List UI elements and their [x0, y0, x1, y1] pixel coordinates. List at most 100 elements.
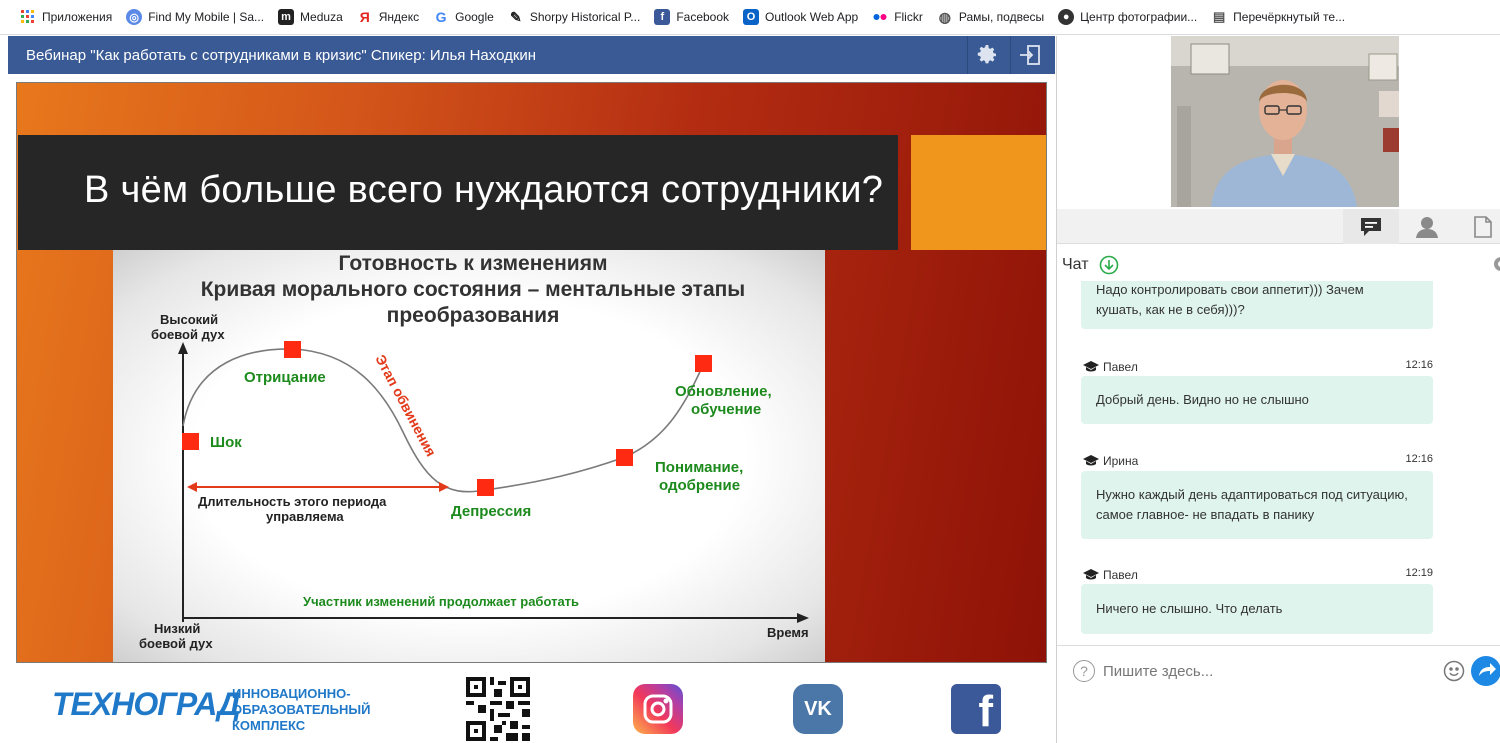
technograd-subtitle: ИННОВАЦИОННО- ОБРАЗОВАТЕЛЬНЫЙ КОМПЛЕКС	[232, 686, 370, 734]
right-panel: Чат Надо контролировать свои аппетит))) …	[1056, 36, 1500, 743]
subtitle-line: КОМПЛЕКС	[232, 718, 306, 733]
y-bottom-label-2: боевой дух	[139, 636, 213, 651]
bookmark-label: Рамы, подвесы	[958, 10, 1045, 24]
bookmark-label: Facebook	[676, 10, 730, 24]
globe-icon: ◍	[938, 8, 951, 25]
graduation-cap-icon	[1083, 361, 1099, 372]
help-icon[interactable]: ?	[1073, 660, 1095, 682]
sponsor-footer: ТЕХНОГРАД ИННОВАЦИОННО- ОБРАЗОВАТЕЛЬНЫЙ …	[8, 664, 1055, 743]
bookmark-label: Приложения	[42, 10, 113, 24]
diagram-heading-3: преобразования	[387, 304, 560, 327]
vk-icon: VK	[804, 697, 832, 720]
stage-blame: Этап обвинения	[372, 352, 439, 459]
bookmark-flickr[interactable]: Flickr	[872, 9, 923, 25]
presentation-slide: В чём больше всего нуждаются сотрудники?…	[16, 82, 1047, 663]
chat-label: Чат	[1062, 256, 1089, 273]
chat-message-text: Нужно каждый день адаптироваться под сит…	[1096, 485, 1408, 525]
bookmark-label: Перечёркнутый те...	[1233, 10, 1346, 24]
stage-understanding-1: Понимание,	[655, 459, 743, 476]
message-line: Надо контролировать свои аппетит))) Заче…	[1096, 282, 1364, 297]
facebook-link[interactable]: f	[951, 684, 1001, 734]
marker-understanding	[616, 449, 633, 466]
bookmark-label: Meduza	[300, 10, 343, 24]
graduation-cap-icon	[1083, 455, 1099, 466]
chat-settings-icon[interactable]	[1487, 254, 1500, 274]
stage-depression: Депрессия	[451, 503, 531, 520]
send-icon[interactable]	[1471, 656, 1500, 686]
browser-window: Приложения ◎ Find My Mobile | Sa... m Me…	[0, 0, 1500, 743]
bookmark-label: Outlook Web App	[765, 10, 859, 24]
diagram-heading-1: Готовность к изменениям	[339, 252, 608, 275]
stage-renewal-2: обучение	[691, 401, 761, 418]
change-curve-diagram: Готовность к изменениям Кривая моральног…	[113, 250, 825, 662]
chat-header: Чат	[1062, 255, 1119, 275]
chat-message-text: Ничего не слышно. Что делать	[1096, 599, 1282, 619]
slide-title: В чём больше всего нуждаются сотрудники?	[84, 169, 884, 211]
gear-icon	[977, 45, 996, 64]
bookmarks-bar: Приложения ◎ Find My Mobile | Sa... m Me…	[0, 0, 1500, 35]
message-line: Добрый день. Видно но не слышно	[1096, 392, 1309, 407]
user-icon	[1416, 216, 1438, 238]
chat-time: 12:19	[1405, 567, 1433, 579]
stage-denial: Отрицание	[244, 369, 326, 386]
bookmark-photo-center[interactable]: ● Центр фотографии...	[1058, 9, 1197, 25]
instagram-link[interactable]	[633, 684, 683, 734]
subtitle-line: ИННОВАЦИОННО-	[232, 686, 351, 701]
exit-button[interactable]	[1010, 36, 1048, 74]
camera-site-icon: ●	[1058, 9, 1075, 25]
chat-input[interactable]	[1103, 658, 1433, 684]
emoji-icon[interactable]	[1443, 660, 1465, 682]
message-line: кушать, как не в себя)))?	[1096, 302, 1245, 317]
bookmark-label: Flickr	[894, 10, 923, 24]
chat-message-text: Добрый день. Видно но не слышно	[1096, 390, 1309, 410]
webinar-header: Вебинар "Как работать с сотрудниками в к…	[8, 36, 1055, 74]
bookmark-label: Shorpy Historical P...	[529, 10, 641, 24]
message-line: самое главное- не впадать в панику	[1096, 507, 1315, 522]
speaker-video[interactable]	[1171, 36, 1399, 207]
exit-icon	[1019, 45, 1040, 65]
speaker-video-frame	[1171, 36, 1399, 207]
duration-label-2: управляема	[266, 509, 344, 524]
bookmark-meduza[interactable]: m Meduza	[278, 9, 343, 25]
marker-denial	[284, 341, 301, 358]
chat-message-text: Надо контролировать свои аппетит))) Заче…	[1096, 281, 1364, 320]
y-bottom-label-1: Низкий	[154, 621, 200, 636]
chat-author: Ирина	[1103, 454, 1139, 468]
bookmark-google[interactable]: G Google	[433, 9, 494, 25]
chat-messages: Надо контролировать свои аппетит))) Заче…	[1057, 281, 1500, 637]
bookmark-apps[interactable]: Приложения	[20, 9, 112, 25]
document-icon	[1474, 215, 1492, 238]
chat-input-bar: ?	[1057, 645, 1500, 695]
settings-button[interactable]	[967, 36, 1005, 74]
download-icon[interactable]	[1099, 255, 1119, 275]
technograd-logo: ТЕХНОГРАД	[52, 686, 241, 722]
facebook-icon: f	[654, 9, 671, 25]
tab-chat[interactable]	[1343, 209, 1399, 244]
outlook-icon: O	[743, 9, 760, 25]
bookmark-yandex[interactable]: Я Яндекс	[357, 9, 419, 25]
subtitle-line: ОБРАЗОВАТЕЛЬНЫЙ	[232, 702, 371, 717]
flickr-icon	[872, 9, 888, 25]
bookmark-shorpy[interactable]: ✎ Shorpy Historical P...	[508, 9, 641, 25]
meduza-icon: m	[278, 9, 295, 25]
chat-message-bubble: Нужно каждый день адаптироваться под сит…	[1081, 471, 1433, 539]
duration-label-1: Длительность этого периода	[198, 494, 387, 509]
chat-author: Павел	[1103, 568, 1138, 582]
bookmark-outlook[interactable]: O Outlook Web App	[743, 9, 858, 25]
bookmark-facebook[interactable]: f Facebook	[654, 9, 729, 25]
chat-author: Павел	[1103, 360, 1138, 374]
bookmark-label: Центр фотографии...	[1080, 10, 1198, 24]
marker-shock	[182, 433, 199, 450]
tab-files[interactable]	[1455, 209, 1500, 244]
google-icon: G	[435, 9, 447, 25]
yandex-icon: Я	[359, 9, 370, 25]
apps-grid-icon	[20, 9, 36, 25]
webinar-title: Вебинар "Как работать с сотрудниками в к…	[26, 46, 537, 64]
bookmark-find-my-mobile[interactable]: ◎ Find My Mobile | Sa...	[126, 9, 264, 25]
panel-tabs	[1057, 209, 1500, 244]
vk-link[interactable]: VK	[793, 684, 843, 734]
bookmark-frames[interactable]: ◍ Рамы, подвесы	[937, 9, 1044, 25]
bookmark-strikethrough[interactable]: ▤ Перечёркнутый те...	[1211, 9, 1345, 25]
chat-message-bubble: Ничего не слышно. Что делать	[1081, 584, 1433, 634]
tab-participants[interactable]	[1399, 209, 1455, 244]
